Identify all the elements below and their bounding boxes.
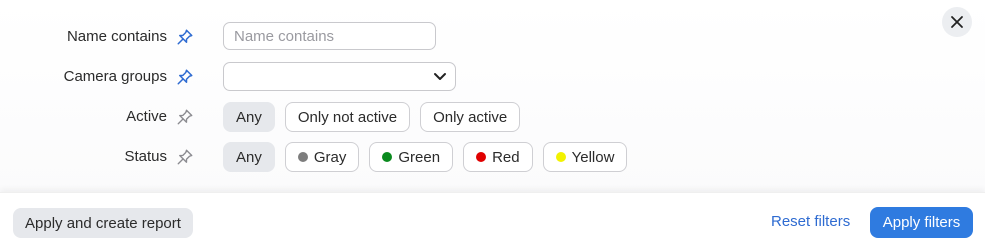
red-dot-icon <box>476 152 487 162</box>
active-option-only-not-active[interactable]: Only not active <box>284 102 411 132</box>
filter-panel: Name contains Camera groups Act <box>0 0 985 192</box>
status-option-any[interactable]: Any <box>223 142 275 172</box>
camera-groups-select[interactable] <box>223 62 456 91</box>
name-contains-input[interactable] <box>224 23 435 49</box>
name-contains-label: Name contains <box>66 28 167 45</box>
close-button[interactable] <box>942 7 972 37</box>
apply-and-create-report-label: Apply and create report <box>25 214 181 232</box>
status-option-yellow[interactable]: Yellow <box>542 142 628 172</box>
filter-row-active: Active Any Only not active Only active <box>0 102 985 132</box>
active-option-only-active[interactable]: Only active <box>420 102 521 132</box>
filter-row-camera-groups: Camera groups <box>0 62 985 92</box>
reset-filters-link[interactable]: Reset filters <box>771 213 850 230</box>
status-label: Status <box>124 148 167 165</box>
apply-filters-button[interactable]: Apply filters <box>870 207 973 238</box>
pin-icon[interactable] <box>175 67 195 87</box>
option-label: Only active <box>433 108 508 126</box>
filter-row-status: Status Any Gray Green Red Yellow <box>0 142 985 172</box>
gray-dot-icon <box>297 152 308 162</box>
name-contains-input-wrapper <box>223 22 436 50</box>
status-options: Any Gray Green Red Yellow <box>223 142 628 172</box>
green-dot-icon <box>382 152 393 162</box>
pin-icon[interactable] <box>175 147 195 167</box>
status-option-green[interactable]: Green <box>369 142 454 172</box>
pin-icon[interactable] <box>175 107 195 127</box>
pin-icon[interactable] <box>175 27 195 47</box>
active-options: Any Only not active Only active <box>223 102 521 132</box>
active-option-any[interactable]: Any <box>223 102 275 132</box>
option-label: Only not active <box>297 108 398 126</box>
option-label: Green <box>398 148 441 166</box>
chevron-down-icon <box>434 73 446 80</box>
option-label: Yellow <box>571 148 615 166</box>
active-label: Active <box>126 108 167 125</box>
option-label: Red <box>492 148 520 166</box>
filter-row-name-contains: Name contains <box>0 22 985 52</box>
option-label: Gray <box>313 148 347 166</box>
close-icon <box>951 16 963 28</box>
camera-groups-label: Camera groups <box>63 68 167 85</box>
status-option-gray[interactable]: Gray <box>284 142 360 172</box>
apply-and-create-report-button[interactable]: Apply and create report <box>13 208 193 238</box>
apply-filters-label: Apply filters <box>882 214 961 231</box>
yellow-dot-icon <box>555 152 566 162</box>
status-option-red[interactable]: Red <box>463 142 533 172</box>
option-label: Any <box>236 148 262 166</box>
option-label: Any <box>236 108 262 126</box>
